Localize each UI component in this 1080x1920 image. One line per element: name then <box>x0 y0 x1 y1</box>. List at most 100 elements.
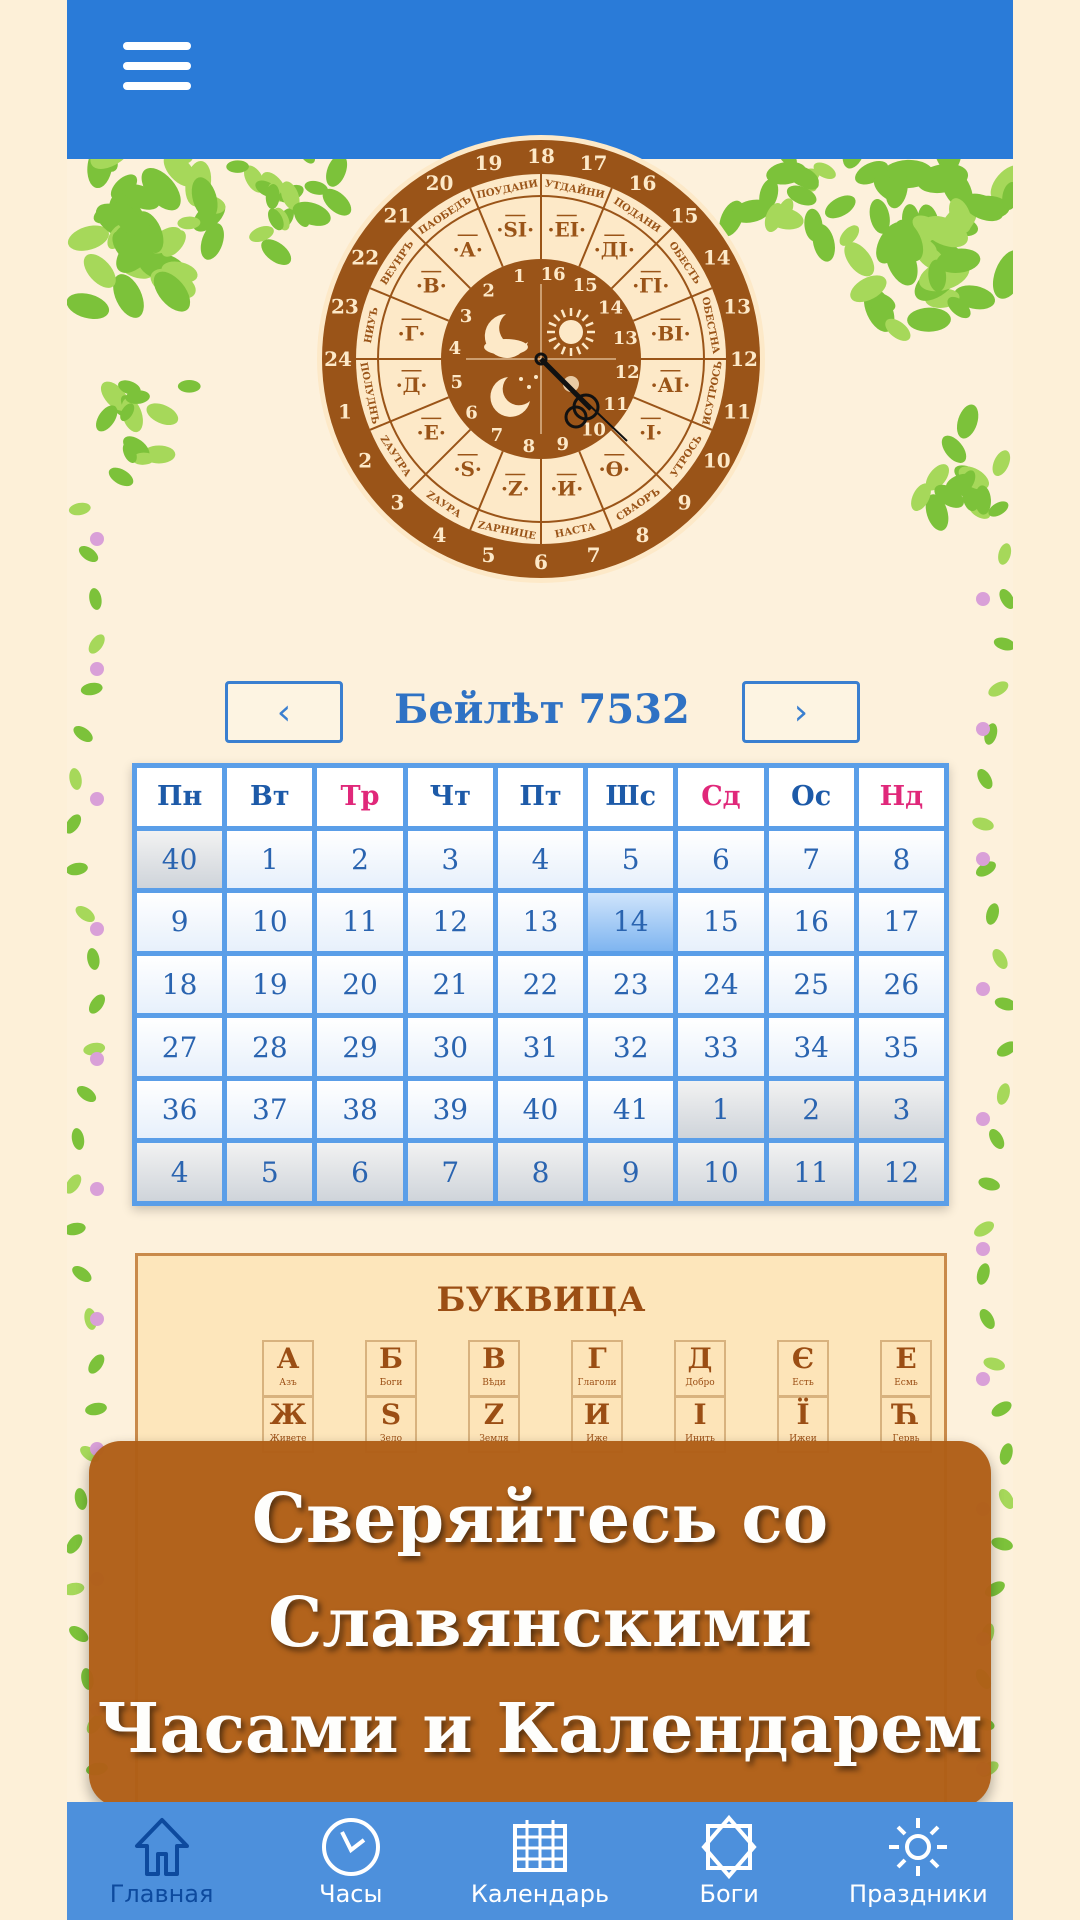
nav-tab-star-of-svarog[interactable]: Боги <box>635 1802 824 1920</box>
calendar-day[interactable]: 25 <box>769 956 854 1014</box>
calendar-day[interactable]: 8 <box>498 1143 583 1201</box>
calendar-day[interactable]: 33 <box>678 1018 763 1076</box>
calendar-day[interactable]: 30 <box>408 1018 493 1076</box>
calendar-day[interactable]: 36 <box>137 1081 222 1139</box>
calendar-day[interactable]: 15 <box>678 893 763 951</box>
calendar-day[interactable]: 34 <box>769 1018 854 1076</box>
calendar-day[interactable]: 29 <box>317 1018 402 1076</box>
calendar-day[interactable]: 38 <box>317 1081 402 1139</box>
calendar-day[interactable]: 26 <box>859 956 944 1014</box>
leaf <box>73 903 98 926</box>
letter-tile[interactable]: В Вѣди <box>468 1340 520 1397</box>
calendar-day[interactable]: 22 <box>498 956 583 1014</box>
clock-inner-hour: 2 <box>482 281 495 302</box>
calendar-day[interactable]: 37 <box>227 1081 312 1139</box>
calendar-day[interactable]: 6 <box>678 831 763 889</box>
clock-hour-label: 10 <box>703 449 731 473</box>
nav-tab-calendar[interactable]: Календарь <box>445 1802 634 1920</box>
calendar-day[interactable]: 12 <box>408 893 493 951</box>
calendar-day[interactable]: 23 <box>588 956 673 1014</box>
hamburger-icon[interactable] <box>123 42 191 94</box>
letter-glyph: Ћ <box>882 1398 930 1432</box>
calendar-day[interactable]: 40 <box>498 1081 583 1139</box>
calendar-day[interactable]: 8 <box>859 831 944 889</box>
calendar-day[interactable]: 1 <box>227 831 312 889</box>
calendar-day[interactable]: 5 <box>227 1143 312 1201</box>
calendar-day[interactable]: 9 <box>588 1143 673 1201</box>
calendar-day[interactable]: 1 <box>678 1081 763 1139</box>
next-year-button[interactable]: › <box>742 681 860 743</box>
calendar-day[interactable]: 5 <box>588 831 673 889</box>
calendar-day[interactable]: 7 <box>408 1143 493 1201</box>
clock-inner-hour: 4 <box>449 338 462 359</box>
nav-tab-clock[interactable]: Часы <box>256 1802 445 1920</box>
calendar-day[interactable]: 2 <box>317 831 402 889</box>
clock-icon <box>318 1814 384 1880</box>
calendar-day[interactable]: 20 <box>317 956 402 1014</box>
calendar-day[interactable]: 21 <box>408 956 493 1014</box>
chevron-left-icon: ‹ <box>277 692 291 733</box>
letter-tile[interactable]: А Азъ <box>262 1340 314 1397</box>
letter-tile[interactable]: Д Добро <box>674 1340 726 1397</box>
bukvica-title: БУКВИЦА <box>138 1280 944 1320</box>
clock-segment-letter: ·ГI· <box>632 274 669 298</box>
calendar-day[interactable]: 39 <box>408 1081 493 1139</box>
calendar-day[interactable]: 4 <box>137 1143 222 1201</box>
leaf <box>70 1127 86 1151</box>
letter-glyph: Б <box>367 1342 415 1376</box>
letter-tile[interactable]: Е Есмь <box>880 1340 932 1397</box>
leaf <box>976 1306 997 1331</box>
leaf <box>986 1126 1007 1151</box>
calendar-day[interactable]: 3 <box>859 1081 944 1139</box>
nav-tab-sun[interactable]: Праздники <box>824 1802 1013 1920</box>
calendar-day[interactable]: 7 <box>769 831 854 889</box>
calendar-day[interactable]: 11 <box>769 1143 854 1201</box>
calendar-day[interactable]: 10 <box>678 1143 763 1201</box>
clock-segment-letter: ·Е· <box>417 420 446 444</box>
letter-tile[interactable]: Г Глаголи <box>571 1340 623 1397</box>
calendar-day[interactable]: 41 <box>588 1081 673 1139</box>
calendar-day-today[interactable]: 14 <box>588 893 673 951</box>
nav-tab-label: Боги <box>700 1880 759 1908</box>
clock-segment-letter: ·I· <box>639 420 662 444</box>
calendar-day[interactable]: 4 <box>498 831 583 889</box>
calendar-day[interactable]: 27 <box>137 1018 222 1076</box>
calendar-day[interactable]: 13 <box>498 893 583 951</box>
slavic-clock: 12345 6 789101112131415161718192021222324У… <box>316 134 766 584</box>
calendar-day[interactable]: 40 <box>137 831 222 889</box>
calendar-day[interactable]: 3 <box>408 831 493 889</box>
calendar-day[interactable]: 10 <box>227 893 312 951</box>
calendar-day[interactable]: 2 <box>769 1081 854 1139</box>
calendar-day[interactable]: 17 <box>859 893 944 951</box>
letter-name: Боги <box>367 1376 415 1390</box>
clock-segment-letter: ·ЅI· <box>496 218 534 242</box>
calendar-day[interactable]: 12 <box>859 1143 944 1201</box>
weekday-header: Нд <box>859 768 944 826</box>
flower <box>976 592 990 606</box>
leaf <box>74 1083 99 1106</box>
banner-line-3: Часами и Календарем <box>89 1689 991 1769</box>
calendar-day[interactable]: 28 <box>227 1018 312 1076</box>
letter-tile[interactable]: Б Боги <box>365 1340 417 1397</box>
prev-year-button[interactable]: ‹ <box>225 681 343 743</box>
star-of-svarog-icon <box>696 1814 762 1880</box>
calendar-day[interactable]: 35 <box>859 1018 944 1076</box>
calendar-day[interactable]: 24 <box>678 956 763 1014</box>
flower <box>976 1372 990 1386</box>
calendar-day[interactable]: 9 <box>137 893 222 951</box>
app-screen: 1 2 3 4 5 6 7 8 9 10 11 12 13 14 15 16 17 18 19 20 21 22 23 24 У… <box>67 0 1013 1920</box>
flower <box>90 662 104 676</box>
calendar-day[interactable]: 32 <box>588 1018 673 1076</box>
calendar-day[interactable]: 16 <box>769 893 854 951</box>
leaf <box>71 723 96 746</box>
clock-hour-label: 1 <box>338 400 352 424</box>
letter-glyph: Ѕ <box>367 1398 415 1432</box>
leaf <box>996 586 1013 611</box>
calendar-day[interactable]: 19 <box>227 956 312 1014</box>
calendar-day[interactable]: 18 <box>137 956 222 1014</box>
calendar-day[interactable]: 11 <box>317 893 402 951</box>
calendar-day[interactable]: 6 <box>317 1143 402 1201</box>
nav-tab-home[interactable]: Главная <box>67 1802 256 1920</box>
letter-tile[interactable]: Є Есть <box>777 1340 829 1397</box>
calendar-day[interactable]: 31 <box>498 1018 583 1076</box>
